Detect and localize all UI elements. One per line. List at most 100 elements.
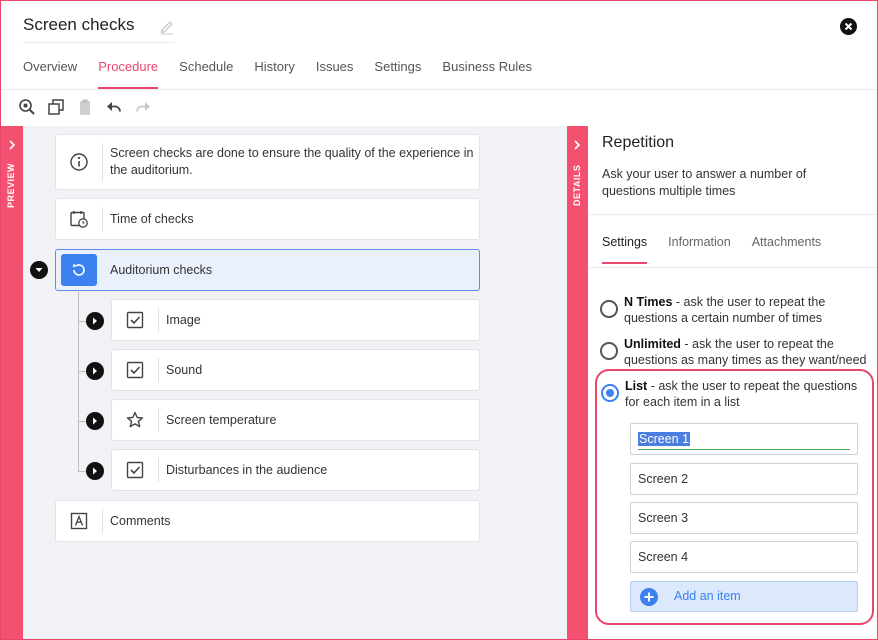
panel-divider bbox=[588, 267, 877, 268]
add-item-label: Add an item bbox=[674, 589, 741, 603]
add-item-button[interactable]: Add an item bbox=[630, 581, 858, 612]
details-panel: Repetition Ask your user to answer a num… bbox=[588, 126, 877, 639]
redo-icon[interactable] bbox=[133, 97, 153, 117]
calendar-clock-icon bbox=[56, 199, 102, 239]
option-title: List bbox=[625, 379, 648, 393]
option-text: - ask the user to repeat the questions f… bbox=[625, 379, 858, 409]
list-item-input[interactable]: Screen 1 bbox=[630, 423, 858, 455]
repeat-icon bbox=[61, 254, 97, 286]
tab-history[interactable]: History bbox=[254, 59, 294, 89]
tab-schedule[interactable]: Schedule bbox=[179, 59, 233, 89]
input-focus-underline bbox=[638, 449, 850, 450]
preview-label: PREVIEW bbox=[6, 162, 16, 208]
list-item[interactable]: Comments bbox=[55, 500, 480, 542]
panel-title: Repetition bbox=[602, 134, 675, 151]
title-underline bbox=[23, 42, 175, 43]
option-n-times[interactable]: N Times - ask the user to repeat the que… bbox=[600, 294, 875, 328]
item-label: Auditorium checks bbox=[110, 263, 213, 277]
collapse-toggle[interactable] bbox=[30, 261, 48, 279]
tab-settings[interactable]: Settings bbox=[374, 59, 421, 89]
list-item[interactable]: Screen temperature bbox=[111, 399, 480, 441]
expand-toggle[interactable] bbox=[86, 412, 104, 430]
list-item-text: Screen 2 bbox=[638, 472, 689, 486]
radio-list[interactable] bbox=[601, 384, 619, 402]
checkbox-icon bbox=[112, 300, 158, 340]
app-window: Screen checks Overview Procedure Schedul… bbox=[0, 0, 878, 640]
star-icon bbox=[112, 400, 158, 440]
checkbox-icon bbox=[112, 350, 158, 390]
expand-toggle[interactable] bbox=[86, 312, 104, 330]
item-label: Screen temperature bbox=[166, 413, 277, 427]
paste-icon[interactable] bbox=[75, 97, 95, 117]
checkbox-icon bbox=[112, 450, 158, 490]
expand-toggle[interactable] bbox=[86, 362, 104, 380]
details-label: DETAILS bbox=[572, 164, 582, 206]
tree-line bbox=[78, 292, 79, 472]
chevron-down-icon bbox=[35, 268, 43, 272]
item-label: Sound bbox=[166, 363, 203, 377]
panel-description: Ask your user to answer a number of ques… bbox=[602, 167, 807, 198]
chevron-right-icon bbox=[93, 417, 97, 425]
tab-details-settings[interactable]: Settings bbox=[602, 235, 648, 264]
item-divider bbox=[158, 408, 159, 432]
list-item-input[interactable]: Screen 4 bbox=[630, 541, 858, 573]
item-label: Screen checks are done to ensure the qua… bbox=[110, 146, 474, 177]
tabs-divider bbox=[1, 89, 877, 90]
item-divider bbox=[158, 458, 159, 482]
list-item-text: Screen 4 bbox=[638, 550, 689, 564]
list-item[interactable]: Disturbances in the audience bbox=[111, 449, 480, 491]
tab-details-attachments[interactable]: Attachments bbox=[752, 235, 821, 263]
text-box-icon bbox=[56, 501, 102, 541]
list-item-input[interactable]: Screen 3 bbox=[630, 502, 858, 534]
item-label: Comments bbox=[110, 514, 171, 528]
item-divider bbox=[102, 143, 103, 181]
pencil-icon[interactable] bbox=[158, 17, 176, 35]
expand-toggle[interactable] bbox=[86, 462, 104, 480]
page-title: Screen checks bbox=[23, 15, 135, 34]
item-label: Disturbances in the audience bbox=[166, 463, 328, 477]
radio-unlimited[interactable] bbox=[600, 342, 618, 360]
info-icon bbox=[56, 135, 102, 189]
tab-overview[interactable]: Overview bbox=[23, 59, 77, 89]
main-tabs: Overview Procedure Schedule History Issu… bbox=[23, 59, 553, 89]
chevron-right-icon bbox=[93, 367, 97, 375]
duplicate-icon[interactable] bbox=[46, 97, 66, 117]
list-item-text: Screen 1 bbox=[638, 432, 691, 446]
chevron-right-icon bbox=[93, 317, 97, 325]
list-item-input[interactable]: Screen 2 bbox=[630, 463, 858, 495]
tab-issues[interactable]: Issues bbox=[316, 59, 354, 89]
item-label: Time of checks bbox=[110, 212, 194, 226]
zoom-icon[interactable] bbox=[17, 97, 37, 117]
tab-details-information[interactable]: Information bbox=[668, 235, 731, 263]
item-divider bbox=[158, 358, 159, 382]
details-tabs: Settings Information Attachments bbox=[602, 235, 842, 264]
list-item-selected[interactable]: Auditorium checks bbox=[55, 249, 480, 291]
list-item[interactable]: Screen checks are done to ensure the qua… bbox=[55, 134, 480, 190]
option-list[interactable]: List - ask the user to repeat the questi… bbox=[601, 378, 876, 412]
close-icon[interactable] bbox=[840, 18, 857, 35]
details-strip[interactable]: DETAILS bbox=[567, 126, 588, 639]
procedure-list: Screen checks are done to ensure the qua… bbox=[23, 126, 567, 639]
radio-n-times[interactable] bbox=[600, 300, 618, 318]
toolbar bbox=[17, 97, 162, 119]
list-item[interactable]: Image bbox=[111, 299, 480, 341]
undo-icon[interactable] bbox=[104, 97, 124, 117]
option-title: Unlimited bbox=[624, 337, 681, 351]
plus-icon bbox=[640, 588, 658, 606]
list-item[interactable]: Time of checks bbox=[55, 198, 480, 240]
option-unlimited[interactable]: Unlimited - ask the user to repeat the q… bbox=[600, 336, 875, 370]
list-option-highlight: List - ask the user to repeat the questi… bbox=[595, 369, 874, 625]
chevron-right-icon[interactable] bbox=[7, 140, 17, 150]
list-item-text: Screen 3 bbox=[638, 511, 689, 525]
tab-business-rules[interactable]: Business Rules bbox=[442, 59, 532, 89]
chevron-right-icon[interactable] bbox=[572, 140, 582, 150]
item-label: Image bbox=[166, 313, 201, 327]
chevron-right-icon bbox=[93, 467, 97, 475]
list-item[interactable]: Sound bbox=[111, 349, 480, 391]
preview-strip[interactable]: PREVIEW bbox=[1, 126, 23, 639]
item-divider bbox=[102, 207, 103, 231]
item-divider bbox=[102, 509, 103, 533]
panel-divider bbox=[588, 214, 877, 215]
item-divider bbox=[158, 308, 159, 332]
tab-procedure[interactable]: Procedure bbox=[98, 59, 158, 89]
